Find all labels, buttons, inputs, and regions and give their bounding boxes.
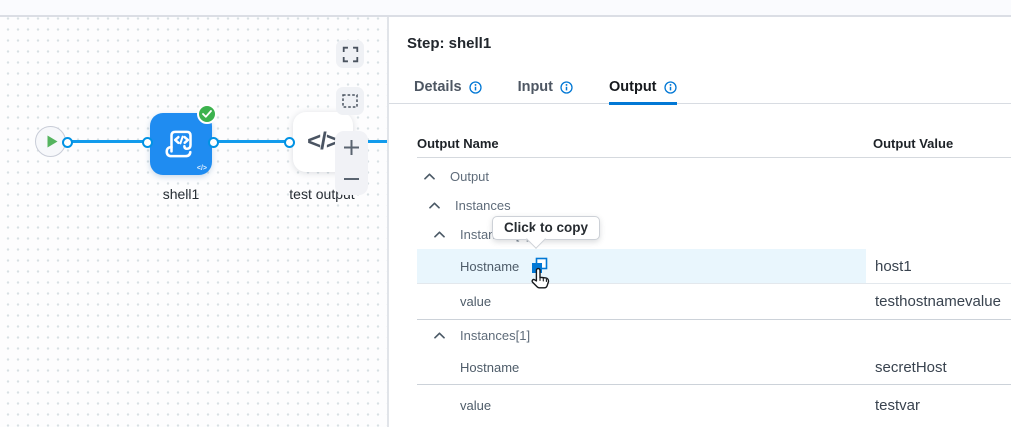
test-output-in-port[interactable] [284,137,295,148]
column-header-output-name: Output Name [417,136,866,151]
table-row-hostname-0: Hostname host1 [417,249,1011,284]
column-header-output-value: Output Value [866,136,1011,151]
success-badge [197,104,217,124]
info-icon[interactable] [560,81,573,94]
output-value: testhostnamevalue [866,293,1011,310]
fullscreen-button[interactable] [336,40,364,68]
check-icon [202,110,212,118]
shell1-in-port[interactable] [142,137,153,148]
tab-label: Output [609,80,657,94]
tree-row-output[interactable]: Output [417,162,1011,191]
pipeline-canvas[interactable]: </> shell1 </> test output [0,17,387,427]
output-name-cell: Hostname [417,351,866,384]
tab-output[interactable]: Output [609,80,677,105]
step-details-panel: Step: shell1 Details Input Output [387,17,1011,427]
tree-row-instances-1[interactable]: Instances[1] [417,320,1011,351]
tab-details[interactable]: Details [414,80,482,105]
node-shell1[interactable]: </> [150,113,212,175]
chevron-up-icon[interactable] [429,202,440,209]
zoom-out-button[interactable] [335,163,368,195]
tab-label: Details [414,80,462,94]
output-name-cell: value [417,385,866,426]
output-name: value [460,398,491,413]
table-row-value-0: value testhostnamevalue [417,284,1011,320]
table-row-hostname-1: Hostname secretHost [417,351,1011,385]
copy-icon[interactable] [531,257,548,277]
output-name-cell: Hostname [417,249,866,283]
tree-label: Output [450,169,489,184]
output-name-cell: value [417,284,866,319]
chevron-up-icon[interactable] [434,231,445,238]
tab-bar: Details Input Output [389,80,1011,104]
chevron-up-icon[interactable] [424,173,435,180]
node-label-shell1: shell1 [121,186,241,202]
minus-icon [343,177,360,181]
tab-input[interactable]: Input [518,80,573,105]
output-name: Hostname [460,360,519,375]
code-glyph: </> [197,165,207,172]
output-name: value [460,294,491,309]
copy-tooltip: Click to copy [492,216,600,240]
play-icon [47,135,58,148]
table-header: Output Name Output Value [417,136,1011,158]
zoom-in-button[interactable] [335,131,368,163]
marquee-select-icon [342,94,358,108]
tooltip-text: Click to copy [504,220,588,235]
plus-icon [343,139,360,156]
output-value: host1 [866,258,1011,275]
fullscreen-icon [342,46,359,63]
zoom-controls [335,131,368,195]
output-value: testvar [866,397,1011,414]
start-out-port[interactable] [62,137,73,148]
table-body: Output Instances Instances[0] Hostname [417,158,1011,426]
tree-label: Instances[1] [460,328,530,343]
shell1-out-port[interactable] [208,137,219,148]
info-icon[interactable] [664,81,677,94]
info-icon[interactable] [469,81,482,94]
shell-script-icon [162,126,200,162]
marquee-select-button[interactable] [336,87,364,115]
top-strip [0,0,1011,17]
output-name: Hostname [460,259,519,274]
table-row-value-1: value testvar [417,385,1011,426]
output-table: Output Name Output Value Output Instance… [417,136,1011,426]
tab-label: Input [518,80,553,94]
page-title: Step: shell1 [407,35,1011,53]
chevron-up-icon[interactable] [434,332,445,339]
tree-label: Instances [455,198,511,213]
output-value: secretHost [866,359,1011,376]
